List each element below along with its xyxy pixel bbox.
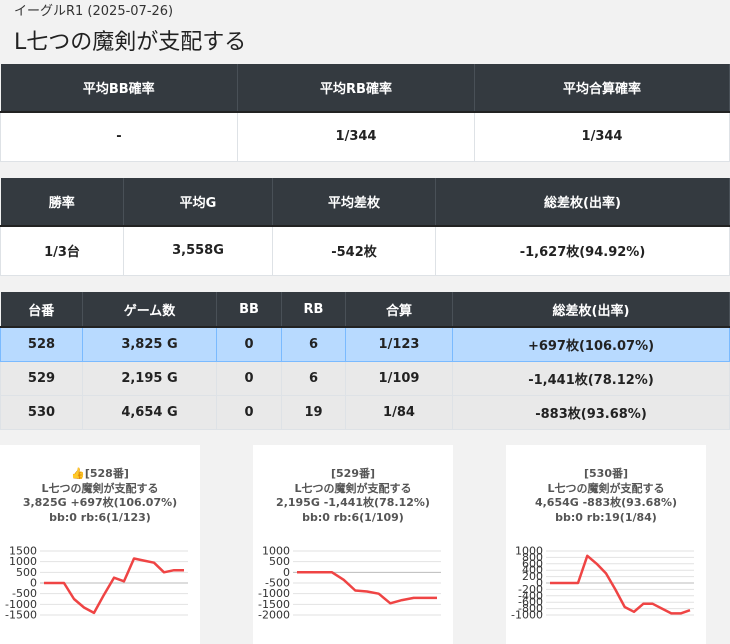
- machine-card-529[interactable]: [529番] L七つの魔剣が支配する 2,195G -1,441枚(78.12%…: [253, 445, 453, 644]
- card-stats: 3,825G +697枚(106.07%): [22, 496, 178, 509]
- col-bb[interactable]: BB: [216, 292, 282, 328]
- value-avg-total: 1/344: [474, 111, 730, 162]
- card-number: [530番]: [583, 467, 629, 480]
- cell-rb: 19: [281, 394, 346, 430]
- card-title: 👍[528番]: [0, 467, 200, 482]
- card-bonus: bb:0 rb:19(1/84): [555, 510, 657, 524]
- cell-bb: 0: [216, 326, 282, 362]
- col-total-diff[interactable]: 総差枚(出率): [452, 292, 730, 328]
- table-row[interactable]: 530 4,654 G 0 19 1/84 -883枚(93.68%): [0, 394, 730, 430]
- cell-machine-no: 528: [0, 326, 83, 362]
- y-tick-label: -2000: [258, 609, 290, 622]
- page-title: L七つの魔剣が支配する: [14, 30, 247, 55]
- cell-total: 1/84: [345, 394, 453, 430]
- card-machine-name: L七つの魔剣が支配する: [294, 481, 412, 495]
- card-number: [528番]: [84, 467, 129, 480]
- cell-games: 4,654 G: [82, 394, 217, 430]
- cell-total: 1/123: [345, 326, 453, 362]
- cell-total: 1/109: [345, 360, 453, 396]
- col-games[interactable]: ゲーム数: [82, 292, 217, 328]
- y-tick-label: -1000: [511, 609, 543, 622]
- header-avg-rb: 平均RB確率: [237, 64, 475, 113]
- card-stats: 2,195G -1,441枚(78.12%): [276, 496, 430, 509]
- card-bonus: bb:0 rb:6(1/123): [49, 510, 151, 524]
- cell-rb: 6: [281, 326, 346, 362]
- thumbs-up-icon: 👍: [71, 467, 85, 480]
- card-bonus: bb:0 rb:6(1/109): [302, 510, 404, 524]
- page-subtitle: イーグルR1 (2025-07-26): [14, 4, 174, 19]
- col-total[interactable]: 合算: [345, 292, 453, 328]
- header-avg-total: 平均合算確率: [474, 64, 730, 113]
- value-win-rate: 1/3台: [0, 225, 124, 276]
- header-total-diff: 総差枚(出率): [435, 178, 730, 227]
- y-tick-label: -1500: [5, 609, 37, 622]
- header-win-rate: 勝率: [0, 178, 124, 227]
- cell-rb: 6: [281, 360, 346, 396]
- value-avg-bb: -: [0, 111, 238, 162]
- cell-bb: 0: [216, 360, 282, 396]
- card-stats: 4,654G -883枚(93.68%): [534, 496, 678, 509]
- card-machine-name: L七つの魔剣が支配する: [41, 481, 159, 495]
- card-title: [529番]: [253, 467, 453, 482]
- machine-card-528[interactable]: 👍[528番] L七つの魔剣が支配する 3,825G +697枚(106.07%…: [0, 445, 200, 644]
- col-machine-no[interactable]: 台番: [0, 292, 83, 328]
- cell-bb: 0: [216, 394, 282, 430]
- cell-total-diff: -883枚(93.68%): [452, 394, 730, 430]
- machine-table: 台番 ゲーム数 BB RB 合算 総差枚(出率) 528 3,825 G 0 6…: [0, 292, 730, 430]
- header-avg-bb: 平均BB確率: [0, 64, 238, 113]
- card-chart: 150010005000-500-1000-1500: [5, 545, 188, 622]
- cell-games: 3,825 G: [82, 326, 217, 362]
- machine-card-530[interactable]: [530番] L七つの魔剣が支配する 4,654G -883枚(93.68%) …: [506, 445, 706, 644]
- value-total-diff: -1,627枚(94.92%): [435, 225, 730, 276]
- cell-games: 2,195 G: [82, 360, 217, 396]
- probability-summary-table: 平均BB確率 平均RB確率 平均合算確率 - 1/344 1/344: [0, 64, 730, 162]
- value-avg-games: 3,558G: [123, 225, 273, 276]
- card-number: [529番]: [330, 467, 376, 480]
- header-avg-diff: 平均差枚: [272, 178, 436, 227]
- card-machine-name: L七つの魔剣が支配する: [547, 481, 665, 495]
- series-line: [550, 554, 691, 615]
- value-avg-diff: -542枚: [272, 225, 436, 276]
- col-rb[interactable]: RB: [281, 292, 346, 328]
- cell-total-diff: +697枚(106.07%): [452, 326, 730, 362]
- header-avg-games: 平均G: [123, 178, 273, 227]
- card-title: [530番]: [506, 467, 706, 482]
- card-chart: 10008006004002000-200-400-600-800-1000: [511, 545, 694, 622]
- result-summary-table: 勝率 平均G 平均差枚 総差枚(出率) 1/3台 3,558G -542枚 -1…: [0, 178, 730, 276]
- value-avg-rb: 1/344: [237, 111, 475, 162]
- table-row[interactable]: 529 2,195 G 0 6 1/109 -1,441枚(78.12%): [0, 360, 730, 396]
- series-line: [297, 571, 437, 605]
- table-row[interactable]: 528 3,825 G 0 6 1/123 +697枚(106.07%): [0, 326, 730, 362]
- card-chart: 10005000-500-1000-1500-2000: [258, 545, 441, 622]
- cell-machine-no: 530: [0, 394, 83, 430]
- cell-machine-no: 529: [0, 360, 83, 396]
- cell-total-diff: -1,441枚(78.12%): [452, 360, 730, 396]
